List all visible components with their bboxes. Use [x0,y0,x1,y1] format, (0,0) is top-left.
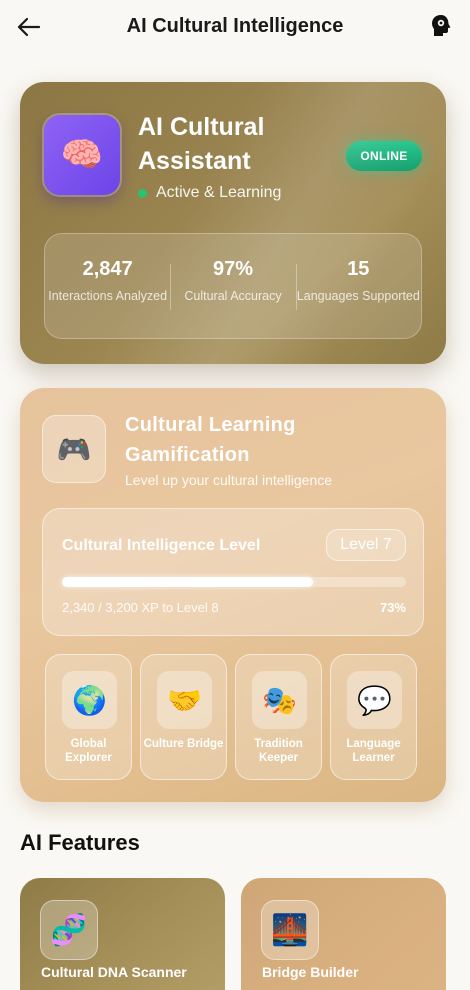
feature-label: Cultural DNA Scanner [41,964,187,980]
assistant-card: 🧠 AI Cultural Assistant ONLINE Active & … [20,82,446,364]
badge-global-explorer[interactable]: 🌍 Global Explorer [45,654,132,780]
features-heading: AI Features [20,830,140,855]
xp-text: 2,340 / 3,200 XP to Level 8 [62,600,219,615]
stat-languages: 15 Languages Supported [295,234,421,338]
page-title: AI Cultural Intelligence [126,15,344,37]
stat-label: Interactions Analyzed [48,289,168,303]
status-dot-icon [138,188,147,198]
online-status-badge: ONLINE [346,141,422,171]
xp-percent: 73% [379,600,406,615]
badge-label: Tradition Keeper [254,738,303,764]
handshake-icon: 🤝 [157,671,212,729]
brain-head-icon [432,15,451,36]
badge-label: Language Learner [346,738,401,764]
assistant-title: AI Cultural Assistant [138,113,265,175]
stats-panel: 2,847 Interactions Analyzed 97% Cultural… [44,233,422,339]
gamification-title: Cultural Learning Gamification [125,414,296,466]
badge-language-learner[interactable]: 💬 Language Learner [330,654,417,780]
gamification-card: 🎮 Cultural Learning Gamification Level u… [20,388,446,802]
achievement-badges: 🌍 Global Explorer 🤝 Culture Bridge 🎭 Tra… [45,654,421,780]
stat-interactions: 2,847 Interactions Analyzed [45,234,170,338]
bridge-icon: 🌉 [261,900,319,960]
speech-bubble-icon: 💬 [347,671,402,729]
status-text: Active & Learning [156,184,282,201]
stat-label: Languages Supported [296,289,420,303]
xp-progress-bar [62,577,406,587]
stat-label: Cultural Accuracy [184,289,282,303]
gamification-subtitle: Level up your cultural intelligence [125,472,333,488]
feature-card-dna-scanner[interactable]: 🧬 Cultural DNA Scanner [20,878,225,990]
level-badge: Level 7 [326,529,406,561]
dna-icon: 🧬 [40,900,98,960]
globe-icon: 🌍 [62,671,117,729]
theater-masks-icon: 🎭 [252,671,307,729]
badge-label: Culture Bridge [143,738,224,750]
level-panel: Cultural Intelligence Level Level 7 2,34… [42,508,424,636]
stat-accuracy: 97% Cultural Accuracy [170,234,295,338]
assistant-status: Active & Learning [138,184,281,202]
game-controller-icon: 🎮 [42,415,106,483]
xp-progress-fill [62,577,314,587]
badge-tradition-keeper[interactable]: 🎭 Tradition Keeper [235,654,322,780]
feature-label: Bridge Builder [262,964,359,980]
feature-card-bridge-builder[interactable]: 🌉 Bridge Builder [241,878,446,990]
level-label: Cultural Intelligence Level [62,537,261,554]
app-header: AI Cultural Intelligence [0,0,470,56]
stat-value: 97% [212,258,253,280]
badge-culture-bridge[interactable]: 🤝 Culture Bridge [140,654,227,780]
brain-icon: 🧠 [44,115,120,195]
stat-value: 15 [347,258,370,280]
ai-settings-button[interactable] [428,13,454,39]
badge-label: Global Explorer [65,738,112,764]
stat-value: 2,847 [82,258,133,280]
